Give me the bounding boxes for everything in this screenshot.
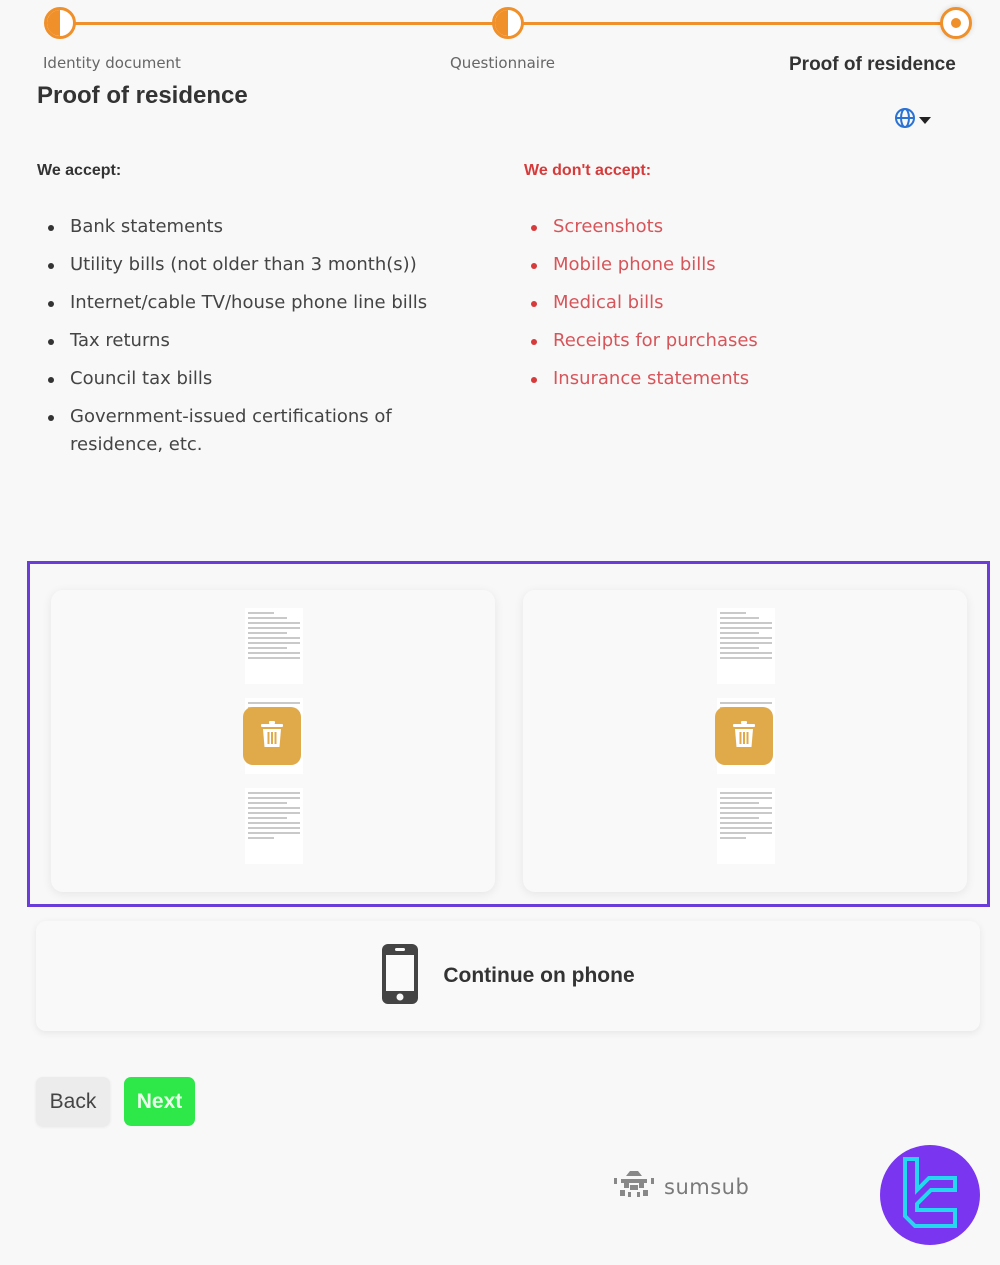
sumsub-logo-icon — [612, 1168, 656, 1206]
back-button[interactable]: Back — [36, 1077, 110, 1126]
rejected-documents-list: Screenshots Mobile phone bills Medical b… — [520, 213, 920, 403]
list-item: Utility bills (not older than 3 month(s)… — [37, 251, 467, 279]
list-item: Tax returns — [37, 327, 467, 355]
sumsub-logo: sumsub — [612, 1168, 749, 1206]
step-indicator-questionnaire — [492, 7, 524, 39]
next-button[interactable]: Next — [124, 1077, 195, 1126]
list-item: Internet/cable TV/house phone line bills — [37, 289, 467, 317]
list-item: Receipts for purchases — [520, 327, 920, 355]
reject-heading: We don't accept: — [524, 162, 652, 179]
accepted-documents-list: Bank statements Utility bills (not older… — [37, 213, 467, 469]
document-card[interactable] — [51, 590, 495, 892]
step-indicator-identity-document — [44, 7, 76, 39]
list-item: Government-issued certifications of resi… — [37, 403, 467, 459]
brand-logo-icon — [899, 1156, 961, 1234]
list-item: Insurance statements — [520, 365, 920, 393]
list-item: Bank statements — [37, 213, 467, 241]
smartphone-icon — [381, 943, 419, 1009]
upload-area — [27, 561, 990, 907]
step-indicator-proof-of-residence — [940, 7, 972, 39]
step-label-identity-document: Identity document — [43, 54, 181, 72]
list-item: Medical bills — [520, 289, 920, 317]
accept-heading: We accept: — [37, 162, 122, 179]
trash-icon — [259, 720, 285, 752]
document-page — [245, 788, 303, 864]
continue-on-phone-button[interactable]: Continue on phone — [36, 921, 980, 1031]
step-label-questionnaire: Questionnaire — [450, 54, 556, 72]
page-title: Proof of residence — [37, 82, 248, 109]
continue-on-phone-label: Continue on phone — [443, 964, 635, 987]
document-card[interactable] — [523, 590, 967, 892]
sumsub-wordmark: sumsub — [664, 1175, 750, 1199]
globe-icon — [894, 107, 916, 133]
list-item: Mobile phone bills — [520, 251, 920, 279]
brand-logo — [880, 1145, 980, 1245]
stepper-line — [522, 22, 942, 25]
document-page — [717, 608, 775, 684]
document-page — [717, 788, 775, 864]
list-item: Screenshots — [520, 213, 920, 241]
chevron-down-icon — [919, 116, 931, 124]
delete-document-button[interactable] — [243, 707, 301, 765]
language-selector[interactable] — [894, 107, 931, 133]
stepper-line — [74, 22, 494, 25]
trash-icon — [731, 720, 757, 752]
list-item: Council tax bills — [37, 365, 467, 393]
progress-stepper: Identity document Questionnaire Proof of… — [0, 0, 1000, 80]
delete-document-button[interactable] — [715, 707, 773, 765]
document-page — [245, 608, 303, 684]
step-label-proof-of-residence: Proof of residence — [789, 54, 956, 75]
